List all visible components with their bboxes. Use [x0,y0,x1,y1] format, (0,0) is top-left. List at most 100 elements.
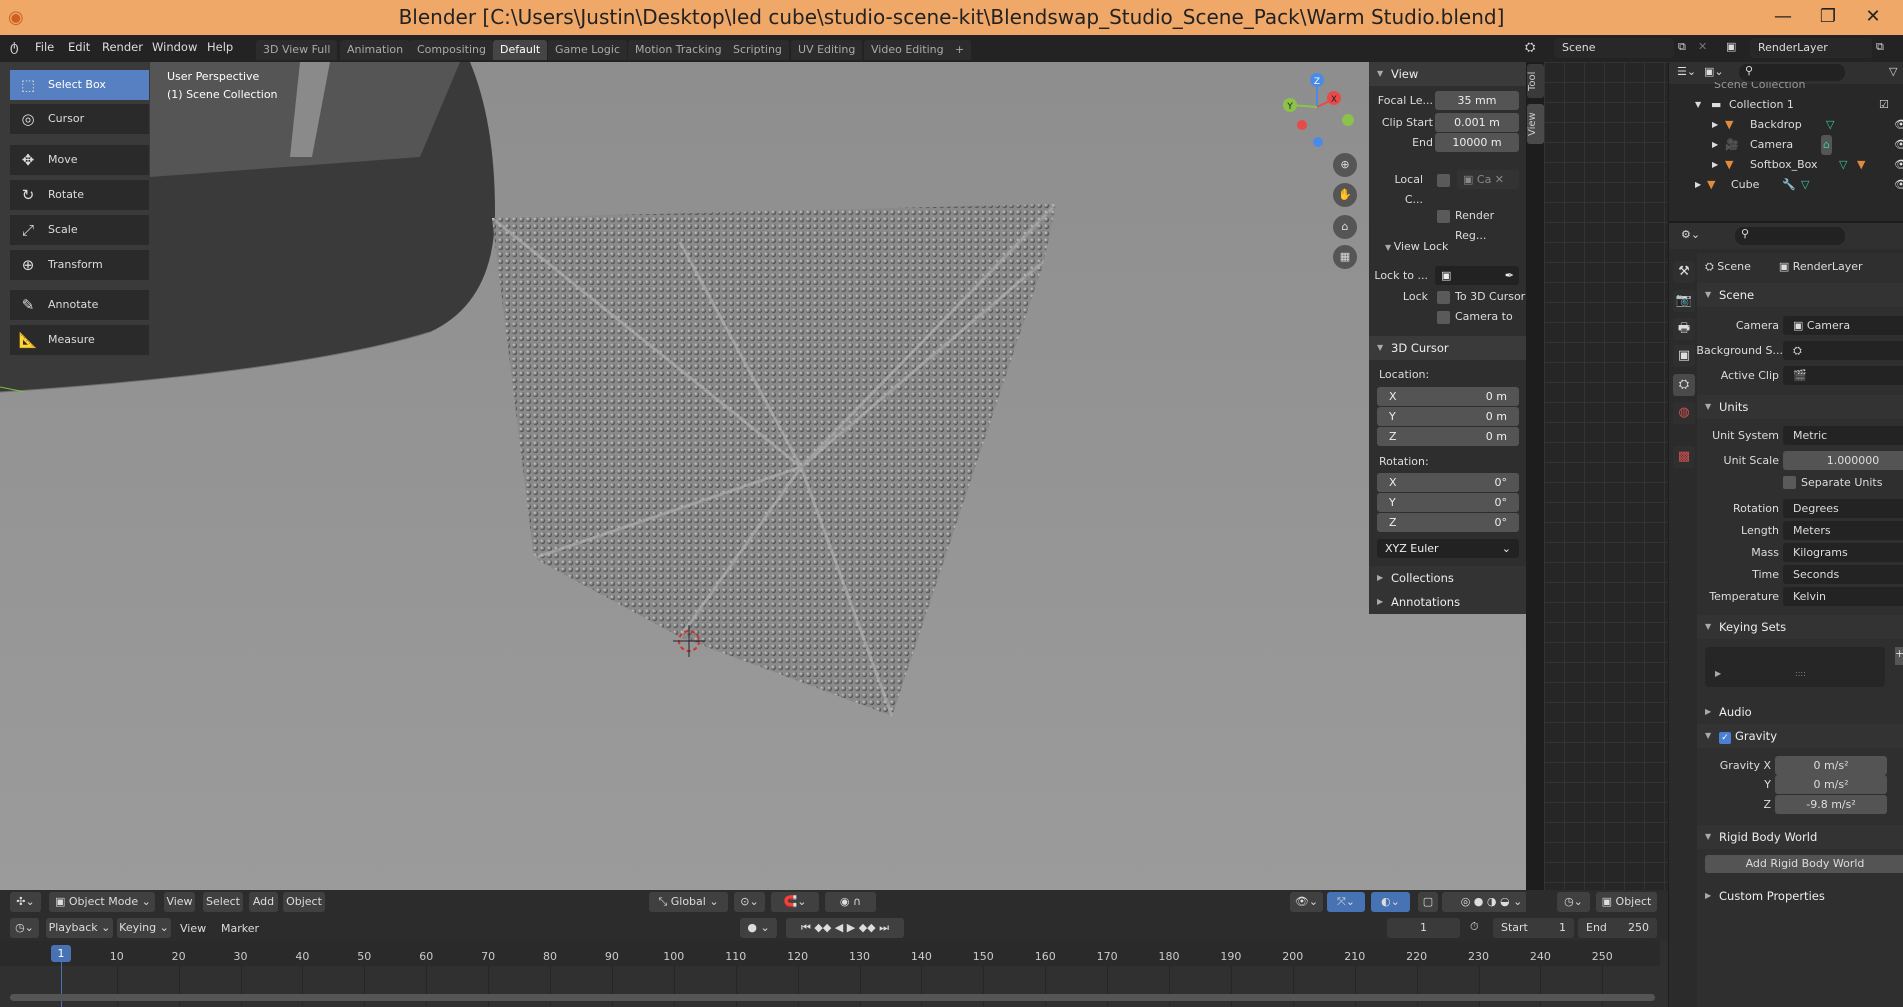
menu-view[interactable]: View [180,922,206,935]
collections-section-header[interactable]: ▶ Collections [1369,566,1526,590]
world-properties-tab[interactable]: ◍ [1673,402,1695,424]
cursor-rotation-y[interactable]: Y 0° [1377,493,1519,512]
maximize-button[interactable]: ❐ [1808,0,1848,35]
tool-transform[interactable]: ⊕ Transform [10,250,149,280]
tab-default[interactable]: Default [493,40,548,60]
separate-units-checkbox[interactable] [1783,476,1796,489]
tool-measure[interactable]: 📐 Measure [10,325,149,355]
pan-view-button[interactable]: ✋ [1333,183,1357,207]
new-layer-icon[interactable]: ⧉ [1876,40,1884,54]
length-units-dropdown[interactable]: Meters [1783,521,1903,540]
3d-cursor-section-header[interactable]: ▼ 3D Cursor [1369,336,1526,360]
zoom-view-button[interactable]: ⊕ [1333,153,1357,177]
outliner-row-backdrop[interactable]: ▶ ▼ Backdrop ▽ 👁 [1669,115,1903,135]
tab-3d-view-full[interactable]: 3D View Full [256,40,338,60]
timeline[interactable]: ◷⌄ Playback ⌄ Keying ⌄ View Marker ● ⌄ ⏮… [0,914,1668,1007]
render-properties-tab[interactable]: 📷 [1673,290,1695,312]
close-button[interactable]: ✕ [1853,0,1893,35]
eyedropper-icon[interactable]: ✒ [1505,266,1519,285]
transform-orientation-dropdown[interactable]: ⤡ Global ⌄ [649,892,728,912]
display-mode-icon[interactable]: ☰⌄ [1677,65,1696,78]
active-clip-field[interactable]: 🎬 [1783,366,1903,385]
outliner-row-scene-collection[interactable]: Scene Collection [1669,82,1903,94]
properties-search-input[interactable]: ⚲ [1735,227,1845,245]
rotation-mode-dropdown[interactable]: XYZ Euler ⌄ [1377,539,1519,558]
menu-playback[interactable]: Playback ⌄ [46,918,113,938]
editor-type-button[interactable]: ✣⌄ [10,892,41,912]
3d-viewport[interactable]: Z X Y User Perspective (1) Scene Collect… [0,62,1526,890]
menu-help[interactable]: Help [207,40,233,54]
proportional-editing-toggle[interactable]: ◉ ∩ [825,892,876,912]
gravity-checkbox[interactable]: ✓ [1719,732,1731,744]
tool-select-box[interactable]: ⬚ Select Box [10,70,149,100]
delete-scene-icon[interactable]: ✕ [1698,40,1707,53]
tab-video-editing[interactable]: Video Editing [864,40,951,60]
unit-scale-field[interactable]: 1.000000 [1783,451,1903,470]
menu-keying[interactable]: Keying ⌄ [117,918,171,938]
menu-render[interactable]: Render [102,40,143,54]
editor-type-icon[interactable]: ⚙⌄ [1681,228,1700,241]
mode-dropdown[interactable]: ▣ Object Mode ⌄ [49,892,155,912]
tab-animation[interactable]: Animation [340,40,411,60]
camera-view-button[interactable]: ⌂ [1333,215,1357,239]
minimize-button[interactable]: — [1763,0,1803,35]
custom-properties-section-header[interactable]: ▶ Custom Properties [1697,884,1903,908]
menu-select[interactable]: Select [203,892,243,912]
gizmo-toggle[interactable]: ⤧⌄ [1327,892,1365,912]
start-frame-field[interactable]: Start 1 [1493,918,1574,938]
view-layer-properties-tab[interactable]: ▣ [1673,345,1695,367]
menu-window[interactable]: Window [152,40,197,54]
local-camera-field[interactable]: ▣ Ca ✕ [1457,170,1519,189]
tab-motion-tracking[interactable]: Motion Tracking [628,40,729,60]
context-dropdown[interactable]: ◷⌄ [1557,892,1590,912]
pivot-point-dropdown[interactable]: ⊙⌄ [734,892,765,912]
view-section-header[interactable]: ▼ View [1369,62,1526,86]
background-scene-field[interactable]: ⛭ [1783,341,1903,360]
scene-properties-tab[interactable]: ⛭ [1673,374,1695,396]
lock-to-object-field[interactable]: ▣ ✒ [1435,266,1519,285]
outliner-search-input[interactable]: ⚲ [1739,64,1845,81]
visibility-eye-icon[interactable]: 👁 [1894,115,1903,135]
auto-keying-toggle[interactable]: ● ⌄ [740,918,777,938]
unit-system-dropdown[interactable]: Metric [1783,426,1903,445]
clip-start-field[interactable]: 0.001 m [1435,113,1519,132]
rotation-units-dropdown[interactable]: Degrees [1783,499,1903,518]
view-lock-header[interactable]: ▼ View Lock [1385,236,1448,258]
tool-properties-tab[interactable]: ⚒ [1673,261,1695,283]
menu-edit[interactable]: Edit [68,40,90,54]
filter-view-icon[interactable]: ▣⌄ [1704,65,1724,78]
filter-icon[interactable]: ▽ [1889,65,1897,78]
scene-type-icon[interactable]: ⛭ [1525,40,1535,55]
lock-to-3d-cursor-checkbox[interactable] [1437,291,1450,304]
scene-selector[interactable]: Scene [1554,38,1674,58]
output-properties-tab[interactable]: 🖶 [1673,318,1695,340]
outliner-row-softbox[interactable]: ▶ ▼ Softbox_Box ▽ ▼ 👁 [1669,155,1903,175]
cursor-location-y[interactable]: Y0 m [1377,407,1519,426]
playback-controls[interactable]: ⏮ ◆◆ ◀ ▶ ◆◆ ⏭ [786,918,904,938]
clip-end-field[interactable]: 10000 m [1435,133,1519,152]
new-scene-icon[interactable]: ⧉ [1678,40,1686,54]
editor-type-button[interactable]: ◷⌄ [10,918,39,938]
gravity-x-field[interactable]: 0 m/s² [1775,756,1887,775]
snap-toggle[interactable]: 🧲⌄ [771,892,819,912]
tool-annotate[interactable]: ✎ Annotate [10,290,149,320]
end-frame-field[interactable]: End 250 [1578,918,1657,938]
render-region-checkbox[interactable] [1437,210,1450,223]
current-frame-field[interactable]: 1 [1387,918,1460,938]
menu-marker[interactable]: Marker [221,922,259,935]
menu-add[interactable]: Add [249,892,278,912]
gravity-section-header[interactable]: ▼ ✓ Gravity [1697,724,1903,748]
tool-move[interactable]: ✥ Move [10,145,149,175]
visibility-eye-icon[interactable]: 👁 [1894,135,1903,155]
cursor-rotation-x[interactable]: X 0° [1377,473,1519,492]
tab-scripting[interactable]: Scripting [726,40,789,60]
audio-section-header[interactable]: ▶ Audio [1697,700,1903,724]
gravity-y-field[interactable]: 0 m/s² [1775,775,1887,794]
menu-view[interactable]: View [164,892,195,912]
blender-menu-icon[interactable]: ტ [10,40,19,55]
keying-sets-list[interactable]: ▶:::: [1705,647,1885,687]
add-rigid-body-world-button[interactable]: Add Rigid Body World [1705,855,1903,873]
units-section-header[interactable]: ▼ Units [1697,395,1903,419]
ortho-toggle-button[interactable]: ▦ [1333,245,1357,269]
menu-object[interactable]: Object [283,892,325,912]
